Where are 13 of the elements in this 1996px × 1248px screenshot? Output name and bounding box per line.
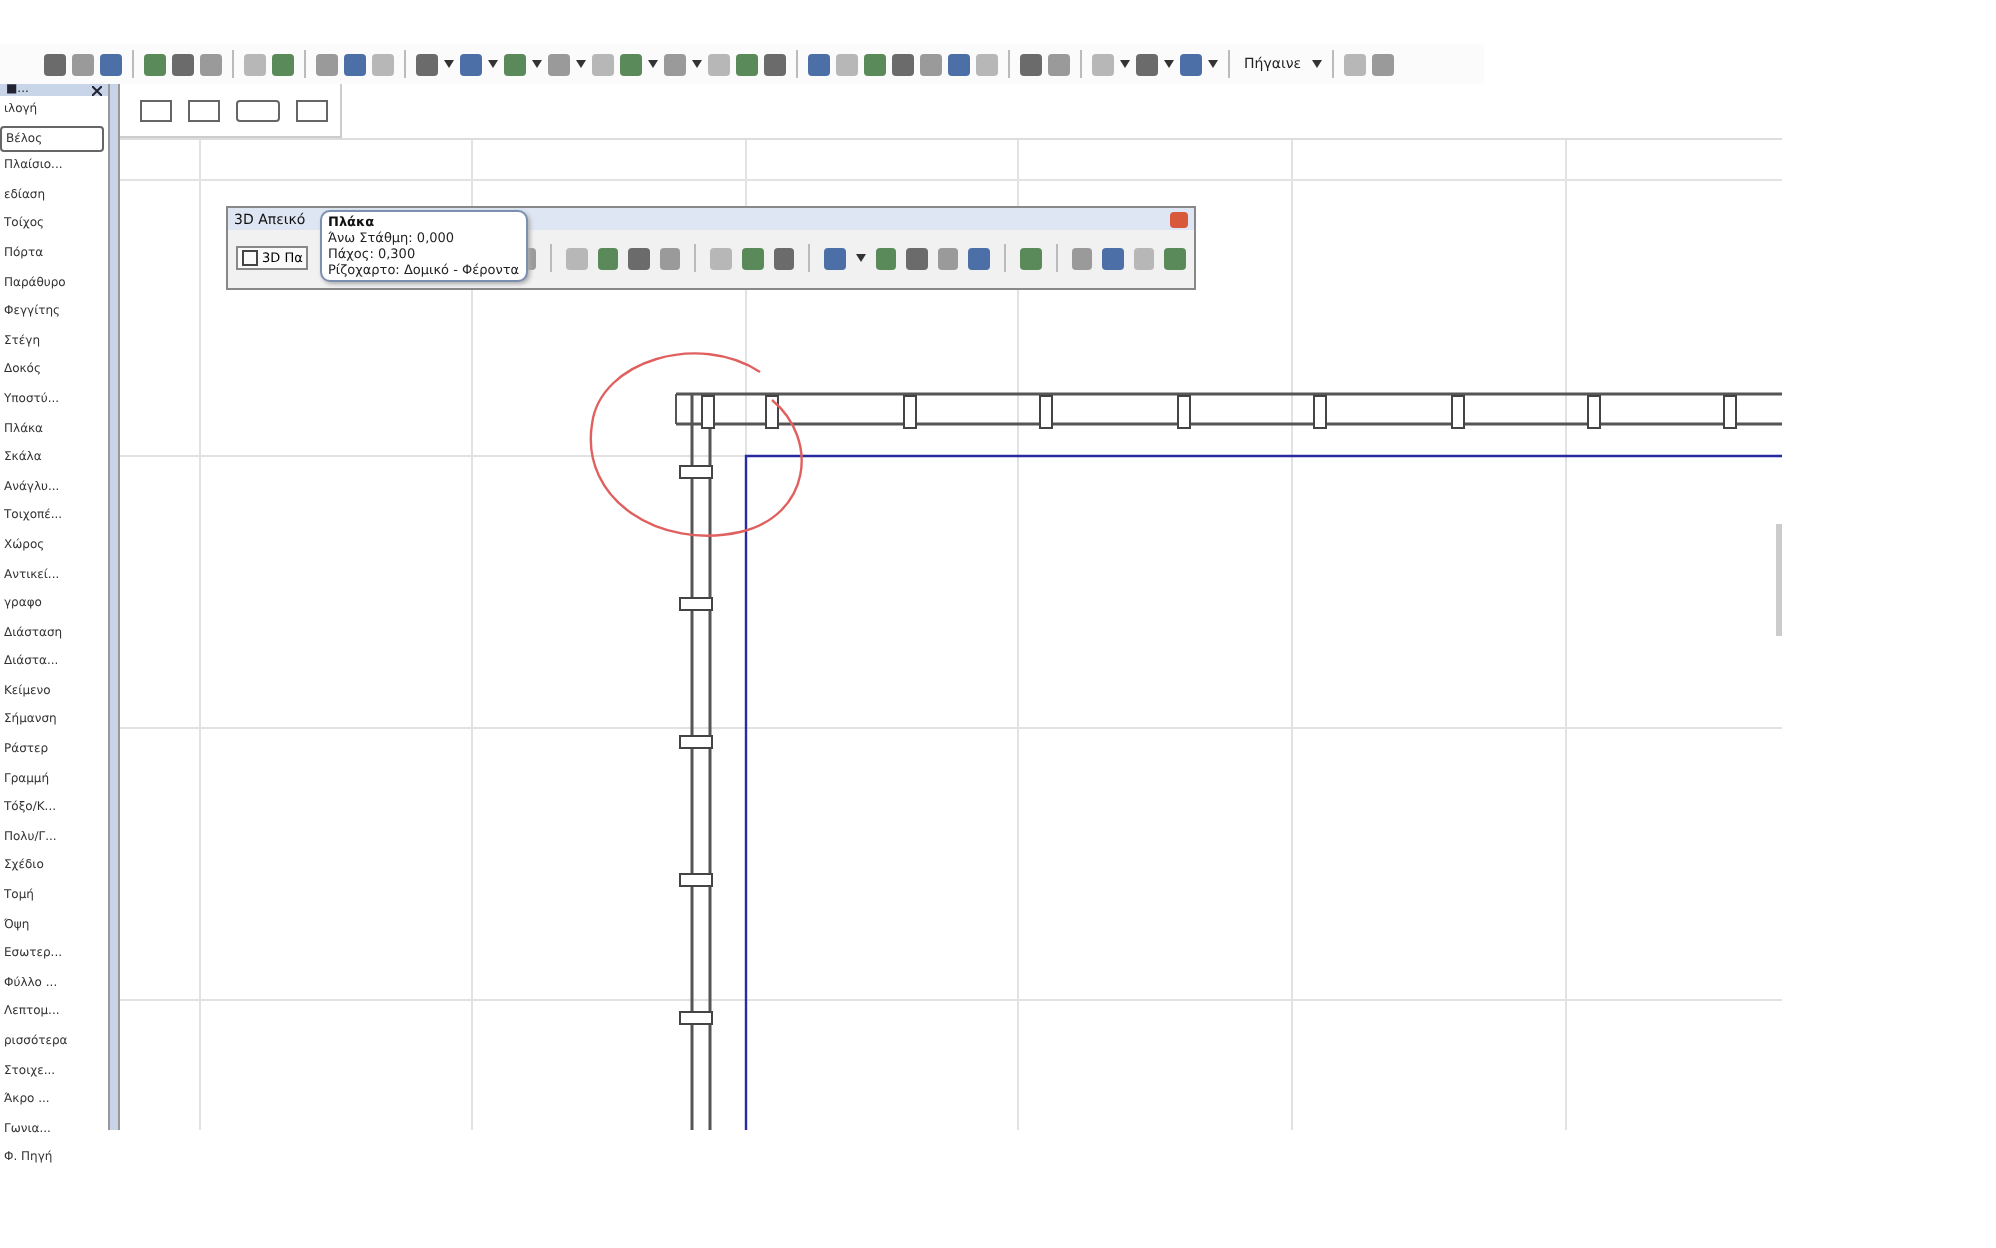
dropdown-arrow-icon[interactable] [576,60,586,68]
dropdown-arrow-icon[interactable] [1311,60,1322,68]
dropdown-arrow-icon[interactable] [532,60,542,68]
dropdown-arrow-icon[interactable] [1164,60,1174,68]
dropdown-arrow-icon[interactable] [488,60,498,68]
dropdown-arrow-icon[interactable] [855,254,866,262]
dropdown-arrow-icon[interactable] [1120,60,1130,68]
dropdown-arrow-icon[interactable] [648,60,658,68]
dropdown-arrow-icon[interactable] [692,60,702,68]
dropdown-arrow-icon[interactable] [444,60,454,68]
dropdown-arrow-icon[interactable] [1208,60,1218,68]
scrollbar-thumb[interactable] [1776,524,1782,636]
box-icon[interactable] [140,99,172,121]
